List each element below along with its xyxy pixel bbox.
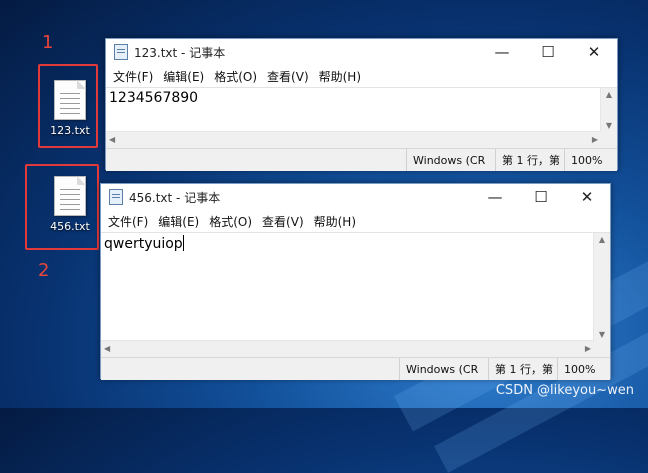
horizontal-scrollbar[interactable]: ◀ ▶	[106, 131, 601, 148]
title-bar[interactable]: 456.txt - 记事本 — ☐ ✕	[101, 184, 610, 210]
menu-help[interactable]: 帮助(H)	[309, 213, 361, 230]
menu-file[interactable]: 文件(F)	[108, 68, 158, 85]
menu-bar: 文件(F) 编辑(E) 格式(O) 查看(V) 帮助(H)	[101, 210, 610, 232]
minimize-button[interactable]: —	[479, 39, 525, 65]
notepad-window-456[interactable]: 456.txt - 记事本 — ☐ ✕ 文件(F) 编辑(E) 格式(O) 查看…	[100, 183, 611, 380]
notepad-icon	[114, 44, 128, 60]
editor-content: qwertyuiop	[101, 233, 610, 254]
status-zoom: 100%	[564, 149, 617, 171]
highlight-box-1	[38, 64, 98, 148]
scroll-left-icon[interactable]: ◀	[109, 135, 115, 144]
scroll-down-icon[interactable]: ▼	[601, 121, 617, 130]
maximize-button[interactable]: ☐	[525, 39, 571, 65]
maximize-button[interactable]: ☐	[518, 184, 564, 210]
marker-2: 2	[38, 260, 50, 281]
notepad-window-123[interactable]: 123.txt - 记事本 — ☐ ✕ 文件(F) 编辑(E) 格式(O) 查看…	[105, 38, 618, 171]
scroll-down-icon[interactable]: ▼	[594, 330, 610, 339]
scroll-right-icon[interactable]: ▶	[585, 344, 591, 353]
text-editor[interactable]: 1234567890 ▲ ▼ ◀ ▶	[106, 87, 617, 148]
scroll-left-icon[interactable]: ◀	[104, 344, 110, 353]
menu-edit[interactable]: 编辑(E)	[153, 213, 204, 230]
vertical-scrollbar[interactable]: ▲ ▼	[600, 88, 617, 132]
status-bar: Windows (CR 第 1 行，第 1 100%	[101, 357, 610, 380]
status-encoding: Windows (CR	[399, 358, 488, 380]
menu-help[interactable]: 帮助(H)	[314, 68, 366, 85]
marker-1: 1	[42, 32, 54, 53]
status-position: 第 1 行，第 1	[488, 358, 557, 380]
menu-bar: 文件(F) 编辑(E) 格式(O) 查看(V) 帮助(H)	[106, 65, 617, 87]
scroll-up-icon[interactable]: ▲	[601, 90, 617, 99]
window-title: 123.txt - 记事本	[134, 45, 226, 60]
notepad-icon	[109, 189, 123, 205]
status-position: 第 1 行，第 1	[495, 149, 564, 171]
close-button[interactable]: ✕	[571, 39, 617, 65]
scrollbar-corner	[601, 132, 617, 148]
close-button[interactable]: ✕	[564, 184, 610, 210]
title-bar[interactable]: 123.txt - 记事本 — ☐ ✕	[106, 39, 617, 65]
menu-format[interactable]: 格式(O)	[204, 213, 257, 230]
vertical-scrollbar[interactable]: ▲ ▼	[593, 233, 610, 341]
menu-format[interactable]: 格式(O)	[209, 68, 262, 85]
editor-content: 1234567890	[109, 90, 199, 106]
highlight-box-2	[25, 164, 99, 250]
status-encoding: Windows (CR	[406, 149, 495, 171]
menu-edit[interactable]: 编辑(E)	[158, 68, 209, 85]
editor-text: qwertyuiop	[104, 236, 183, 252]
menu-file[interactable]: 文件(F)	[103, 213, 153, 230]
window-title: 456.txt - 记事本	[129, 190, 221, 205]
text-caret	[182, 235, 184, 251]
status-zoom: 100%	[557, 358, 610, 380]
horizontal-scrollbar[interactable]: ◀ ▶	[101, 340, 594, 357]
scroll-right-icon[interactable]: ▶	[592, 135, 598, 144]
menu-view[interactable]: 查看(V)	[262, 68, 314, 85]
status-bar: Windows (CR 第 1 行，第 1 100%	[106, 148, 617, 171]
watermark: CSDN @likeyou~wen	[495, 383, 634, 398]
scroll-up-icon[interactable]: ▲	[594, 235, 610, 244]
menu-view[interactable]: 查看(V)	[257, 213, 309, 230]
scrollbar-corner	[594, 341, 610, 357]
text-editor[interactable]: qwertyuiop ▲ ▼ ◀ ▶	[101, 232, 610, 357]
minimize-button[interactable]: —	[472, 184, 518, 210]
